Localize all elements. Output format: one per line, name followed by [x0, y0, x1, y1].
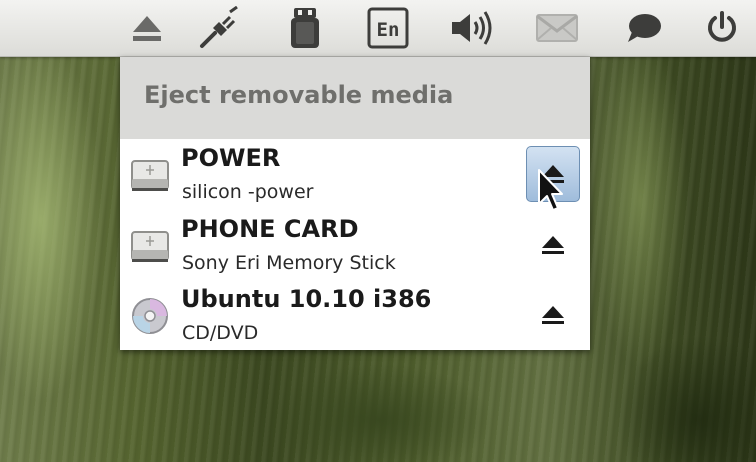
- eject-icon: [542, 236, 564, 254]
- menu-item-power[interactable]: POWER silicon -power: [120, 139, 590, 209]
- usb-indicator[interactable]: [281, 6, 329, 50]
- eject-button-ubuntu-cd[interactable]: [526, 287, 580, 343]
- chat-indicator[interactable]: [620, 6, 668, 50]
- volume-icon: [452, 11, 492, 45]
- chat-bubble-icon: [628, 14, 661, 42]
- desktop: En Eject removable media POWER silicon -…: [0, 0, 756, 462]
- eject-icon: [133, 16, 161, 41]
- eject-icon: [542, 306, 564, 324]
- usb-drive-icon: [131, 160, 169, 191]
- drive-name: Ubuntu 10.10 i386: [181, 285, 432, 313]
- mail-icon: [536, 14, 578, 42]
- eject-indicator[interactable]: [123, 6, 171, 50]
- messaging-indicator[interactable]: [533, 6, 581, 50]
- eject-button-phone-card[interactable]: [526, 217, 580, 273]
- keyboard-layout-icon: En: [367, 7, 409, 49]
- optical-disc-icon: [132, 298, 168, 334]
- drive-description: CD/DVD: [182, 322, 259, 344]
- network-indicator[interactable]: [195, 6, 243, 50]
- menu-item-phone-card[interactable]: PHONE CARD Sony Eri Memory Stick: [120, 210, 590, 280]
- drive-description: Sony Eri Memory Stick: [182, 252, 396, 274]
- drive-description: silicon -power: [182, 181, 314, 203]
- menu-item-ubuntu-cd[interactable]: Ubuntu 10.10 i386 CD/DVD: [120, 280, 590, 350]
- volume-indicator[interactable]: [447, 6, 495, 50]
- menu-header: Eject removable media: [120, 57, 590, 139]
- power-icon: [708, 11, 736, 42]
- menu-title: Eject removable media: [144, 81, 454, 109]
- mouse-cursor-icon: [538, 169, 563, 211]
- session-indicator[interactable]: [698, 6, 746, 50]
- drive-name: POWER: [181, 144, 281, 172]
- eject-menu: Eject removable media POWER silicon -pow…: [120, 57, 590, 350]
- drive-name: PHONE CARD: [181, 215, 359, 243]
- keyboard-layout-label: En: [377, 19, 400, 41]
- usb-drive-icon: [131, 231, 169, 262]
- top-panel: En: [0, 0, 756, 57]
- network-plug-icon: [200, 6, 238, 48]
- usb-drive-icon: [291, 8, 319, 48]
- keyboard-layout-indicator[interactable]: En: [364, 6, 412, 50]
